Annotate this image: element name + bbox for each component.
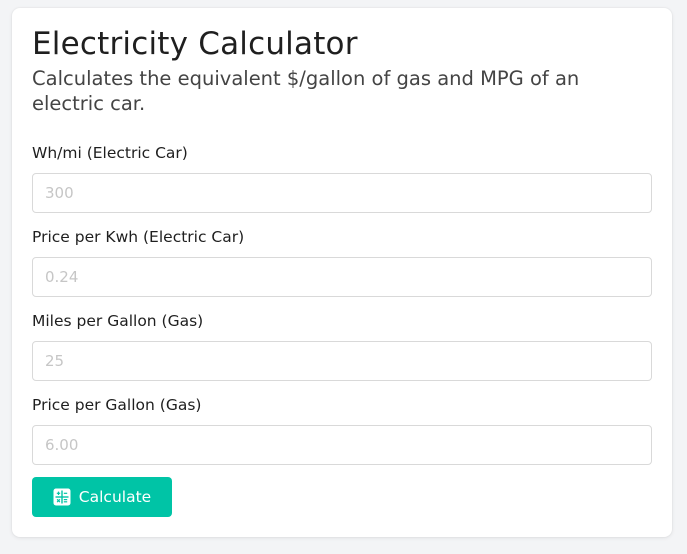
price-per-gallon-field: Price per Gallon (Gas)	[32, 395, 652, 465]
miles-per-gallon-label: Miles per Gallon (Gas)	[32, 312, 204, 330]
wh-per-mile-label: Wh/mi (Electric Car)	[32, 144, 188, 162]
price-per-kwh-label: Price per Kwh (Electric Car)	[32, 228, 245, 246]
wh-per-mile-input[interactable]	[32, 173, 652, 213]
wh-per-mile-field: Wh/mi (Electric Car)	[32, 143, 652, 213]
calculator-card: Electricity Calculator Calculates the eq…	[12, 8, 672, 537]
calculate-button-label: Calculate	[78, 488, 152, 506]
price-per-gallon-input[interactable]	[32, 425, 652, 465]
page-subtitle: Calculates the equivalent $/gallon of ga…	[32, 67, 580, 115]
calculator-icon	[53, 488, 71, 506]
price-per-kwh-field: Price per Kwh (Electric Car)	[32, 227, 652, 297]
page-title: Electricity Calculator	[32, 26, 358, 62]
calculate-button[interactable]: Calculate	[32, 477, 172, 517]
price-per-kwh-input[interactable]	[32, 257, 652, 297]
price-per-gallon-label: Price per Gallon (Gas)	[32, 396, 202, 414]
miles-per-gallon-field: Miles per Gallon (Gas)	[32, 311, 652, 381]
miles-per-gallon-input[interactable]	[32, 341, 652, 381]
